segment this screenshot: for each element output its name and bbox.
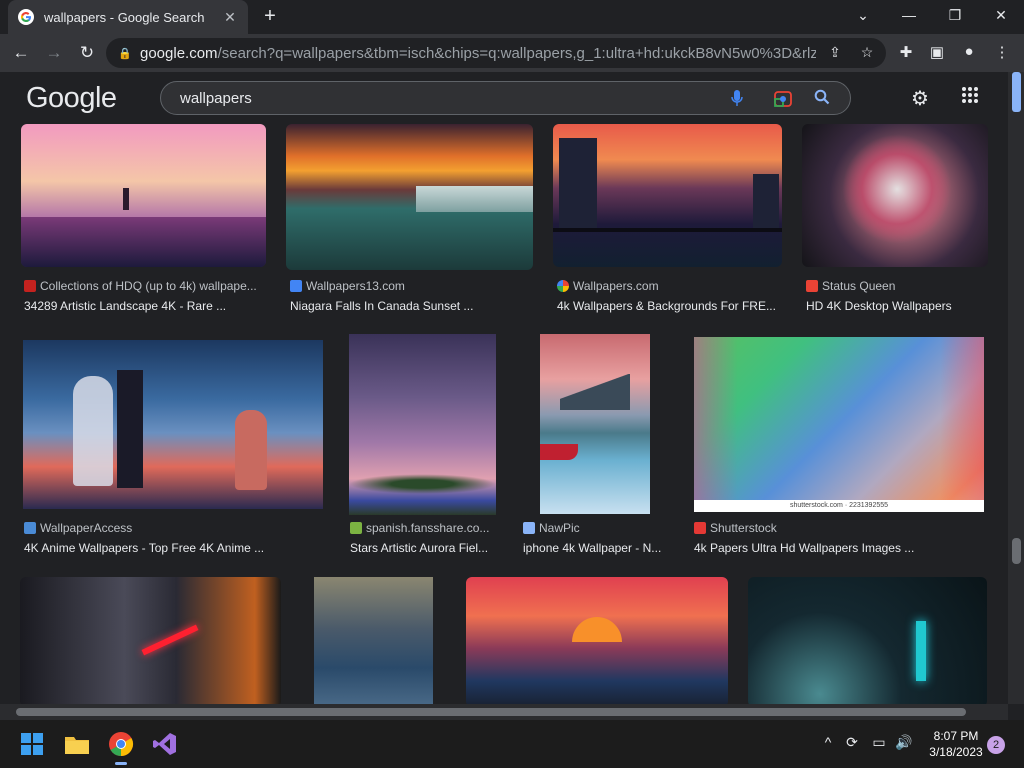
result-title[interactable]: iphone 4k Wallpaper - N... bbox=[523, 541, 668, 555]
side-panel-icon[interactable]: ▣ bbox=[927, 43, 947, 63]
result-thumbnail[interactable] bbox=[286, 124, 533, 270]
result-title[interactable]: 4k Wallpapers & Backgrounds For FRE... bbox=[557, 299, 782, 313]
source-favicon-icon bbox=[806, 280, 818, 292]
url-text[interactable]: google.com/search?q=wallpapers&tbm=isch&… bbox=[140, 45, 816, 62]
source-favicon-icon bbox=[557, 280, 569, 292]
image-results-grid: Collections of HDQ (up to 4k) wallpape..… bbox=[0, 124, 1008, 704]
result-thumbnail[interactable] bbox=[540, 334, 650, 514]
result-thumbnail[interactable] bbox=[748, 577, 987, 704]
back-arrow-icon[interactable]: ← bbox=[10, 42, 32, 64]
result-title[interactable]: 4k Papers Ultra Hd Wallpapers Images ... bbox=[694, 541, 984, 555]
shutterstock-watermark: shutterstock.com · 2231392555 bbox=[694, 500, 984, 512]
lens-camera-icon[interactable] bbox=[773, 89, 793, 109]
profile-avatar-icon[interactable]: ● bbox=[959, 43, 979, 63]
bookmark-star-icon[interactable]: ☆ bbox=[858, 44, 876, 62]
forward-arrow-icon[interactable]: → bbox=[43, 42, 65, 64]
vertical-scroll-thumb[interactable] bbox=[1012, 538, 1021, 564]
result-source[interactable]: WallpaperAccess bbox=[24, 521, 314, 535]
lock-icon[interactable]: 🔒 bbox=[118, 47, 132, 60]
address-bar[interactable]: 🔒 google.com/search?q=wallpapers&tbm=isc… bbox=[106, 38, 886, 68]
tab-strip: wallpapers - Google Search ✕ + ⌄ — ❐ ✕ bbox=[0, 0, 1024, 34]
source-favicon-icon bbox=[350, 522, 362, 534]
windows-taskbar: ^ ⟳ ▭ 🔊 8:07 PM 3/18/2023 2 bbox=[0, 720, 1024, 768]
google-favicon-icon bbox=[18, 9, 34, 25]
result-source[interactable]: NawPic bbox=[523, 521, 673, 535]
file-explorer-icon[interactable] bbox=[63, 730, 91, 758]
volume-icon[interactable]: 🔊 bbox=[894, 734, 914, 754]
result-thumbnail[interactable] bbox=[553, 124, 782, 267]
google-logo[interactable]: Google bbox=[26, 82, 117, 115]
source-favicon-icon bbox=[523, 522, 535, 534]
active-app-indicator bbox=[115, 762, 127, 765]
new-tab-plus-icon[interactable]: + bbox=[259, 5, 281, 27]
result-thumbnail[interactable] bbox=[802, 124, 988, 267]
result-thumbnail[interactable] bbox=[466, 577, 728, 704]
chrome-icon[interactable] bbox=[107, 730, 135, 765]
notification-badge[interactable]: 2 bbox=[987, 736, 1005, 754]
windows-start-icon[interactable] bbox=[18, 730, 46, 758]
result-thumbnail[interactable] bbox=[349, 334, 496, 515]
tab-search-chevron-icon[interactable]: ⌄ bbox=[840, 0, 886, 30]
system-clock[interactable]: 8:07 PM 3/18/2023 bbox=[922, 728, 990, 760]
google-header: Google ⚙ bbox=[0, 72, 1008, 124]
result-title[interactable]: Niagara Falls In Canada Sunset ... bbox=[290, 299, 535, 313]
result-source[interactable]: Status Queen bbox=[806, 279, 996, 293]
scrollbar-top-marker bbox=[1012, 72, 1021, 112]
voice-search-mic-icon[interactable] bbox=[727, 89, 747, 109]
tray-overflow-chevron-icon[interactable]: ^ bbox=[818, 734, 838, 754]
source-favicon-icon bbox=[290, 280, 302, 292]
result-source[interactable]: Wallpapers13.com bbox=[290, 279, 535, 293]
horizontal-scroll-thumb[interactable] bbox=[16, 708, 966, 716]
tab-close-icon[interactable]: ✕ bbox=[222, 9, 238, 26]
reload-icon[interactable]: ↻ bbox=[76, 42, 98, 64]
source-favicon-icon bbox=[694, 522, 706, 534]
result-title[interactable]: HD 4K Desktop Wallpapers bbox=[806, 299, 996, 313]
browser-tab[interactable]: wallpapers - Google Search ✕ bbox=[8, 0, 248, 34]
tab-title: wallpapers - Google Search bbox=[44, 9, 205, 25]
browser-toolbar: ← → ↻ 🔒 google.com/search?q=wallpapers&t… bbox=[0, 34, 1024, 72]
restore-icon[interactable]: ❐ bbox=[932, 0, 978, 30]
display-icon[interactable]: ▭ bbox=[869, 734, 889, 754]
source-favicon-icon bbox=[24, 522, 36, 534]
result-source[interactable]: Collections of HDQ (up to 4k) wallpape..… bbox=[24, 279, 269, 293]
result-title[interactable]: 34289 Artistic Landscape 4K - Rare ... bbox=[24, 299, 269, 313]
result-source[interactable]: Shutterstock bbox=[694, 521, 974, 535]
result-thumbnail[interactable]: shutterstock.com · 2231392555 bbox=[694, 337, 984, 512]
menu-kebab-icon[interactable]: ⋮ bbox=[992, 43, 1012, 63]
search-input[interactable] bbox=[180, 89, 700, 107]
horizontal-scrollbar[interactable] bbox=[0, 704, 1008, 720]
clock-time: 8:07 PM bbox=[933, 729, 979, 743]
window-close-icon[interactable]: ✕ bbox=[978, 0, 1024, 30]
minimize-icon[interactable]: — bbox=[886, 0, 932, 30]
result-title[interactable]: 4K Anime Wallpapers - Top Free 4K Anime … bbox=[24, 541, 324, 555]
extensions-puzzle-icon[interactable]: ✚ bbox=[896, 43, 916, 63]
clock-date: 3/18/2023 bbox=[929, 745, 983, 759]
result-thumbnail[interactable] bbox=[20, 577, 281, 704]
result-title[interactable]: Stars Artistic Aurora Fiel... bbox=[350, 541, 500, 555]
result-thumbnail[interactable] bbox=[314, 577, 433, 704]
apps-grid-icon[interactable] bbox=[958, 86, 982, 110]
result-source[interactable]: spanish.fansshare.co... bbox=[350, 521, 500, 535]
visual-studio-icon[interactable] bbox=[151, 730, 179, 758]
settings-gear-icon[interactable]: ⚙ bbox=[908, 86, 932, 110]
result-thumbnail[interactable] bbox=[23, 340, 323, 509]
search-box[interactable] bbox=[160, 81, 851, 115]
share-icon[interactable]: ⇪ bbox=[826, 44, 844, 62]
search-magnifier-icon[interactable] bbox=[812, 89, 832, 109]
sync-status-icon[interactable]: ⟳ bbox=[842, 734, 862, 754]
result-thumbnail[interactable] bbox=[21, 124, 266, 267]
vertical-scrollbar[interactable] bbox=[1008, 72, 1024, 704]
source-favicon-icon bbox=[24, 280, 36, 292]
result-source[interactable]: Wallpapers.com bbox=[557, 279, 787, 293]
